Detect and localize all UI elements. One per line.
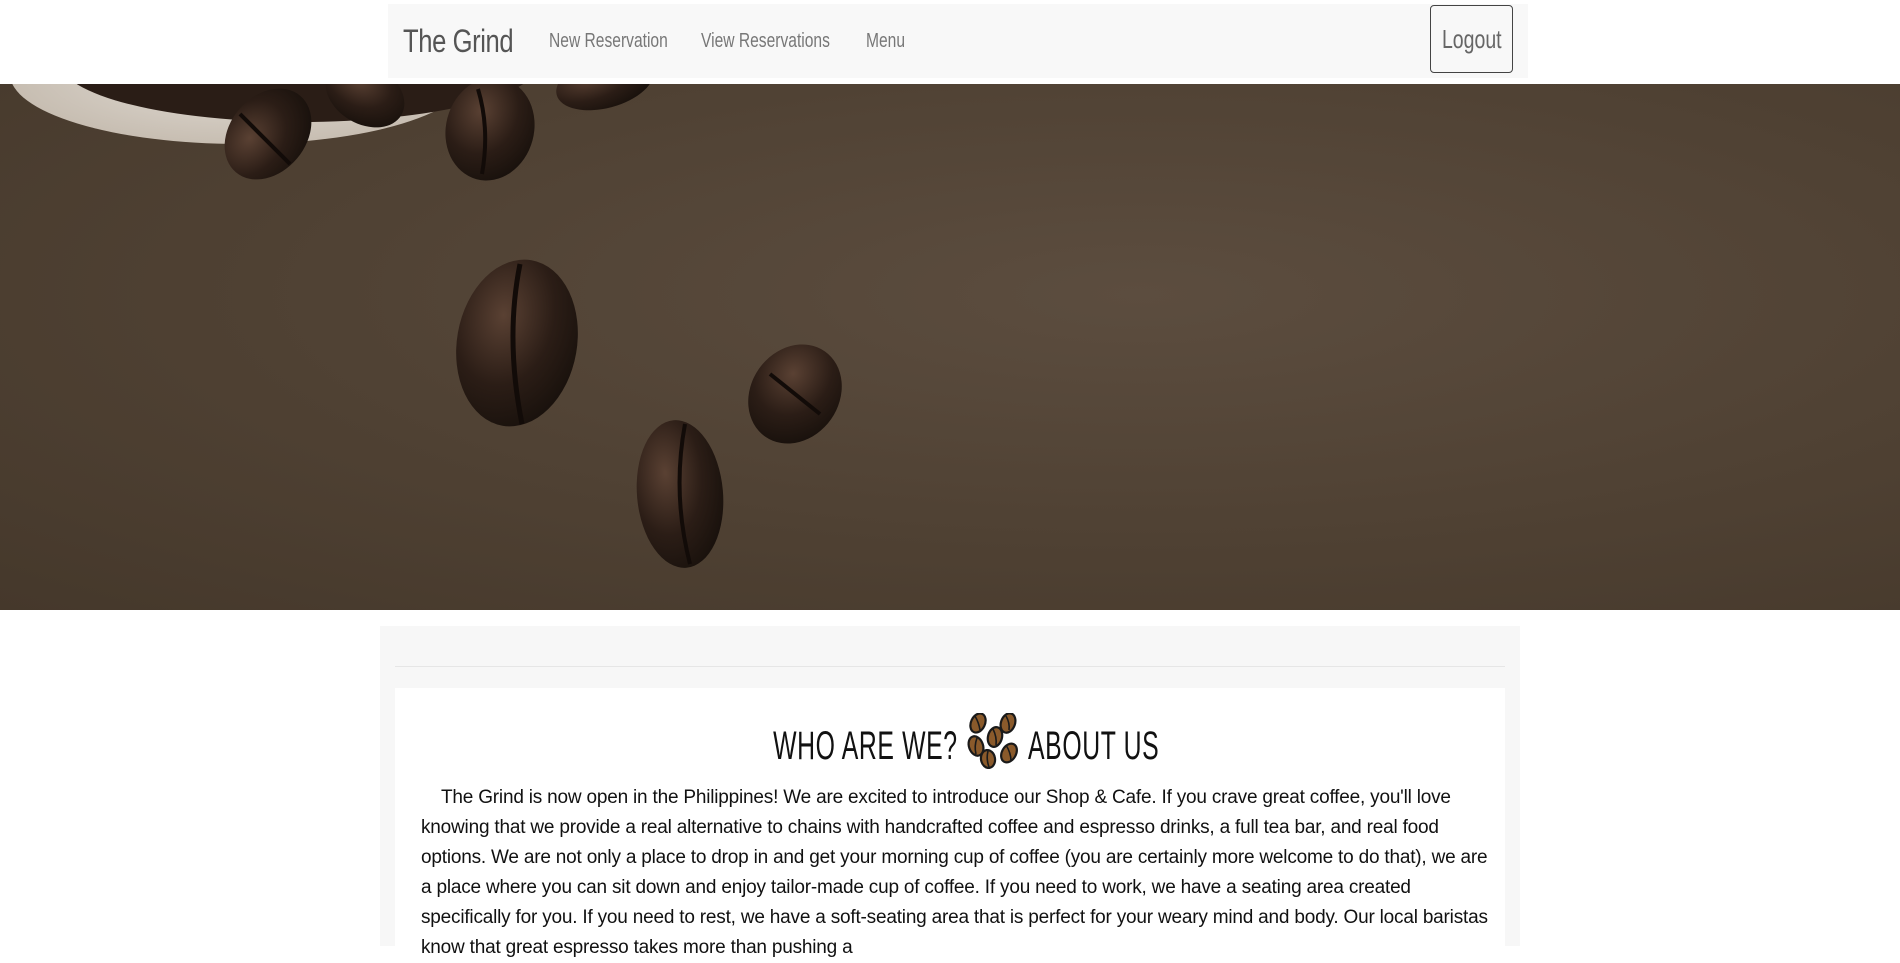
brand-link[interactable]: The Grind bbox=[403, 23, 514, 60]
divider bbox=[395, 666, 1505, 667]
navbar: The Grind New Reservation View Reservati… bbox=[388, 4, 1528, 78]
about-paragraph: The Grind is now open in the Philippines… bbox=[421, 787, 1488, 958]
about-heading: who are we? bbox=[395, 712, 1505, 774]
about-card: who are we? bbox=[395, 688, 1505, 958]
nav-view-reservations[interactable]: View Reservations bbox=[701, 30, 830, 53]
nav-menu[interactable]: Menu bbox=[866, 30, 905, 53]
heading-who-are-we: who are we? bbox=[773, 723, 958, 768]
heading-about-us: About Us bbox=[1027, 723, 1160, 768]
hero-image bbox=[0, 84, 1900, 610]
coffee-beans-icon bbox=[964, 712, 1022, 779]
content-section: who are we? bbox=[380, 626, 1520, 958]
logout-label: Logout bbox=[1441, 23, 1502, 54]
falling-coffee-beans-image bbox=[12, 84, 842, 568]
nav-new-reservation[interactable]: New Reservation bbox=[549, 30, 668, 53]
nav-links: New Reservation View Reservations Menu bbox=[549, 30, 906, 53]
logout-button[interactable]: Logout bbox=[1430, 5, 1513, 73]
